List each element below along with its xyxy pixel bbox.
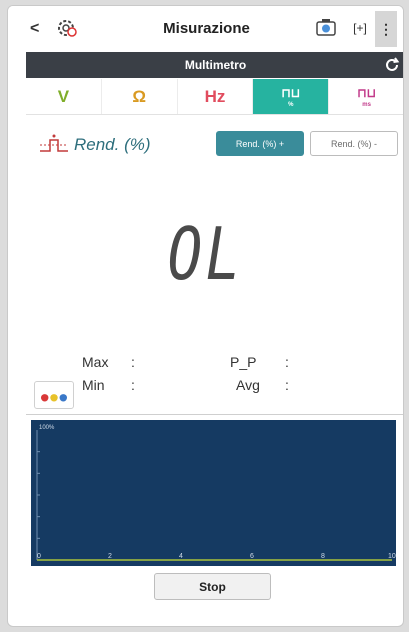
tab-label: ⊓⊔ bbox=[357, 85, 376, 100]
max-label: Max bbox=[82, 354, 109, 370]
chart-x-tick-label: 2 bbox=[108, 553, 112, 560]
app-window: < Misurazione [+] ⋮ Multimetro V Ω Hz ⊓⊔… bbox=[7, 5, 404, 627]
tab-frequency[interactable]: Hz bbox=[178, 79, 254, 114]
measurement-tabs: V Ω Hz ⊓⊔ % ⊓⊔ ms bbox=[26, 79, 403, 115]
tab-label: V bbox=[57, 86, 70, 106]
tab-duty-cycle[interactable]: ⊓⊔ % bbox=[253, 79, 330, 114]
chart-svg: 100% 0 2 4 6 8 10 bbox=[36, 425, 396, 561]
page-title: Misurazione bbox=[163, 20, 250, 37]
min-colon: : bbox=[131, 377, 135, 393]
chart-x-tick-label: 4 bbox=[179, 553, 183, 560]
chart-x-tick-label: 8 bbox=[321, 553, 325, 560]
top-bar: < Misurazione [+] ⋮ bbox=[8, 6, 403, 52]
camera-icon[interactable] bbox=[315, 18, 337, 38]
avg-label: Avg bbox=[236, 377, 260, 393]
chart-x-tick-label: 6 bbox=[250, 553, 254, 560]
chart-x-tick-label: 10 bbox=[388, 553, 396, 560]
duty-positive-button[interactable]: Rend. (%) + bbox=[216, 131, 304, 156]
pp-label: P_P bbox=[230, 354, 257, 370]
avg-colon: : bbox=[285, 377, 289, 393]
tab-label: Hz bbox=[204, 86, 226, 106]
mode-label: Rend. (%) bbox=[74, 135, 151, 154]
header-title: Multimetro bbox=[184, 58, 247, 72]
color-palette-icon[interactable] bbox=[34, 381, 74, 409]
min-label: Min bbox=[82, 377, 105, 393]
tab-pulse-width[interactable]: ⊓⊔ ms bbox=[329, 79, 403, 114]
trend-chart: 100% 0 2 4 6 8 10 bbox=[31, 420, 396, 566]
fullscreen-button[interactable]: [+] bbox=[350, 18, 370, 38]
stop-button[interactable]: Stop bbox=[154, 573, 271, 600]
pp-colon: : bbox=[285, 354, 289, 370]
duty-negative-button[interactable]: Rend. (%) - bbox=[310, 131, 398, 156]
tab-resistance[interactable]: Ω bbox=[102, 79, 178, 114]
tab-sublabel: ms bbox=[362, 102, 371, 108]
tab-label: Ω bbox=[132, 86, 147, 106]
tab-sublabel: % bbox=[288, 102, 294, 108]
refresh-icon[interactable] bbox=[383, 56, 401, 74]
duty-cycle-icon bbox=[40, 134, 68, 152]
section-header: Multimetro bbox=[26, 52, 403, 78]
more-menu-button[interactable]: ⋮ bbox=[375, 11, 397, 47]
max-colon: : bbox=[131, 354, 135, 370]
tab-voltage[interactable]: V bbox=[26, 79, 102, 114]
chart-y-label: 100% bbox=[39, 425, 55, 431]
measurement-reading: OL bbox=[167, 212, 244, 296]
chart-x-tick-label: 0 bbox=[37, 553, 41, 560]
tab-label: ⊓⊔ bbox=[281, 85, 301, 100]
